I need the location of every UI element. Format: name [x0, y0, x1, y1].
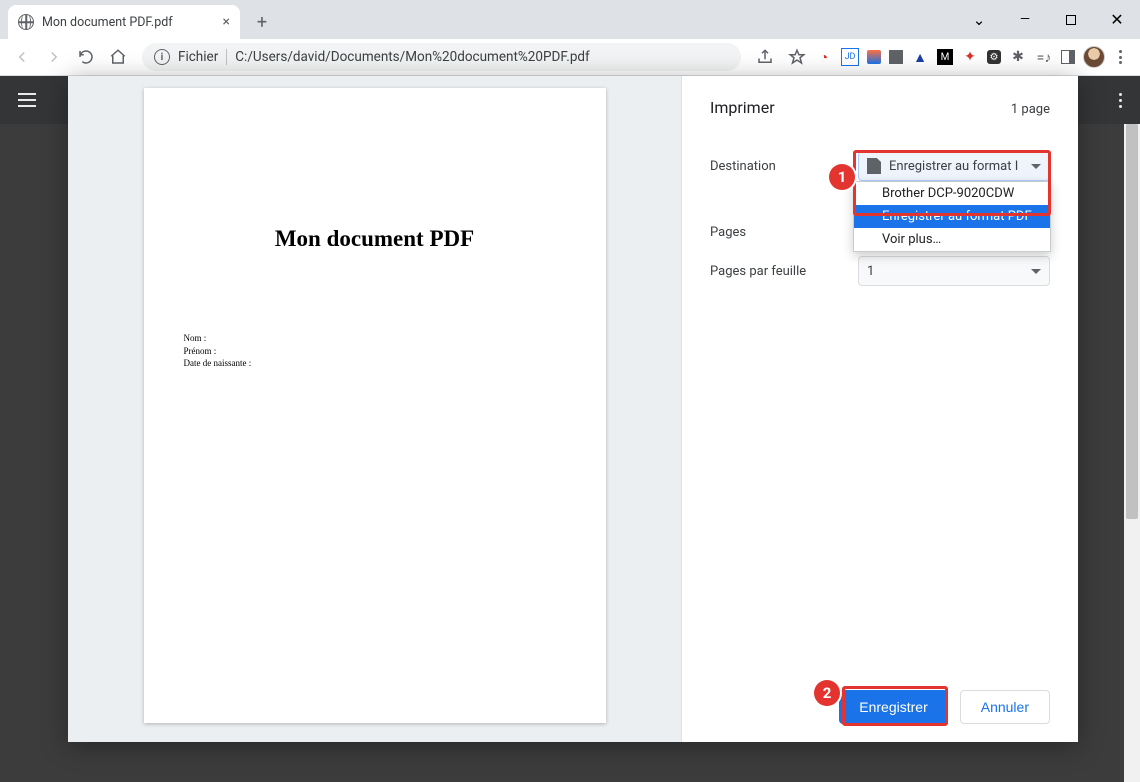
print-settings: Imprimer 1 page Destination Enregistrer … — [682, 76, 1078, 742]
cancel-button[interactable]: Annuler — [960, 690, 1050, 724]
browser-toolbar: i Fichier C:/Users/david/Documents/Mon%2… — [0, 39, 1140, 76]
maximize-button[interactable] — [1048, 5, 1094, 35]
address-bar[interactable]: i Fichier C:/Users/david/Documents/Mon%2… — [142, 43, 741, 71]
annotation-marker: 2 — [814, 680, 840, 706]
ext-icon[interactable] — [867, 50, 881, 64]
new-tab-button[interactable]: + — [248, 8, 276, 36]
chevron-down-icon — [1031, 269, 1041, 274]
close-window-button[interactable]: ✕ — [1094, 5, 1140, 35]
bookmark-star-icon[interactable] — [783, 43, 811, 71]
window-controls: ⌄ — ✕ — [956, 0, 1140, 39]
browser-menu-icon[interactable] — [1113, 50, 1128, 64]
pdf-more-icon[interactable] — [1119, 93, 1122, 108]
ext-icon[interactable]: ▲ — [911, 48, 929, 66]
forward-button[interactable] — [40, 43, 68, 71]
destination-dropdown: Brother DCP-9020CDW Enregistrer au forma… — [853, 181, 1051, 252]
profile-avatar[interactable] — [1083, 46, 1105, 68]
extensions-row: ◔ JD ▲ M ✦ ⚙ ✱ =♪ — [815, 46, 1132, 68]
field-line: Nom : — [184, 332, 566, 345]
back-button[interactable] — [8, 43, 36, 71]
tab-title: Mon document PDF.pdf — [42, 15, 173, 30]
separator — [226, 49, 227, 65]
pages-label: Pages — [710, 225, 858, 240]
dropdown-option[interactable]: Brother DCP-9020CDW — [854, 182, 1050, 205]
close-tab-icon[interactable]: × — [223, 14, 230, 30]
pages-per-sheet-select[interactable]: 1 — [858, 256, 1050, 286]
side-panel-icon[interactable] — [1061, 50, 1075, 64]
field-line: Prénom : — [184, 345, 566, 358]
ext-icon[interactable]: JD — [841, 48, 859, 66]
destination-select[interactable]: Enregistrer au format I Brother DCP-9020… — [858, 151, 1050, 181]
doc-fields: Nom : Prénom : Date de naissante : — [184, 332, 566, 370]
extensions-icon[interactable]: ✱ — [1009, 48, 1027, 66]
address-path: C:/Users/david/Documents/Mon%20document%… — [235, 49, 589, 65]
print-title: Imprimer — [710, 98, 775, 117]
dropdown-option[interactable]: Voir plus… — [854, 228, 1050, 251]
ext-icon[interactable]: ✦ — [961, 48, 979, 66]
document-icon — [867, 158, 881, 174]
annotation-marker: 1 — [829, 164, 855, 190]
menu-icon[interactable] — [18, 93, 36, 107]
destination-value: Enregistrer au format I — [889, 159, 1018, 174]
save-button[interactable]: Enregistrer — [839, 690, 947, 724]
tab-overflow-icon[interactable]: ⌄ — [956, 5, 1002, 35]
ext-icon[interactable] — [889, 50, 903, 64]
ext-icon[interactable]: ⚙ — [987, 50, 1001, 64]
chevron-down-icon — [1031, 164, 1041, 169]
page-count: 1 page — [1011, 102, 1050, 117]
browser-tab[interactable]: Mon document PDF.pdf × — [8, 5, 240, 39]
pages-per-sheet-label: Pages par feuille — [710, 264, 858, 279]
minimize-button[interactable]: — — [1002, 5, 1048, 35]
ext-icon[interactable]: =♪ — [1035, 48, 1053, 66]
scrollbar[interactable] — [1124, 124, 1140, 782]
dropdown-option[interactable]: Enregistrer au format PDF — [854, 205, 1050, 228]
globe-icon — [18, 14, 34, 30]
field-line: Date de naissante : — [184, 357, 566, 370]
home-button[interactable] — [104, 43, 132, 71]
reload-button[interactable] — [72, 43, 100, 71]
browser-tab-bar: Mon document PDF.pdf × + ⌄ — ✕ — [0, 0, 1140, 39]
preview-page: Mon document PDF Nom : Prénom : Date de … — [144, 88, 606, 723]
print-preview: Mon document PDF Nom : Prénom : Date de … — [68, 76, 682, 742]
address-scheme: Fichier — [178, 49, 218, 65]
doc-title: Mon document PDF — [184, 226, 566, 252]
ext-icon[interactable]: M — [937, 49, 953, 65]
pages-per-sheet-value: 1 — [867, 264, 874, 279]
share-icon[interactable] — [751, 43, 779, 71]
ext-icon[interactable]: ◔ — [815, 48, 833, 66]
print-dialog: Mon document PDF Nom : Prénom : Date de … — [68, 76, 1078, 742]
scrollbar-thumb[interactable] — [1126, 124, 1138, 519]
site-info-icon[interactable]: i — [154, 49, 170, 65]
